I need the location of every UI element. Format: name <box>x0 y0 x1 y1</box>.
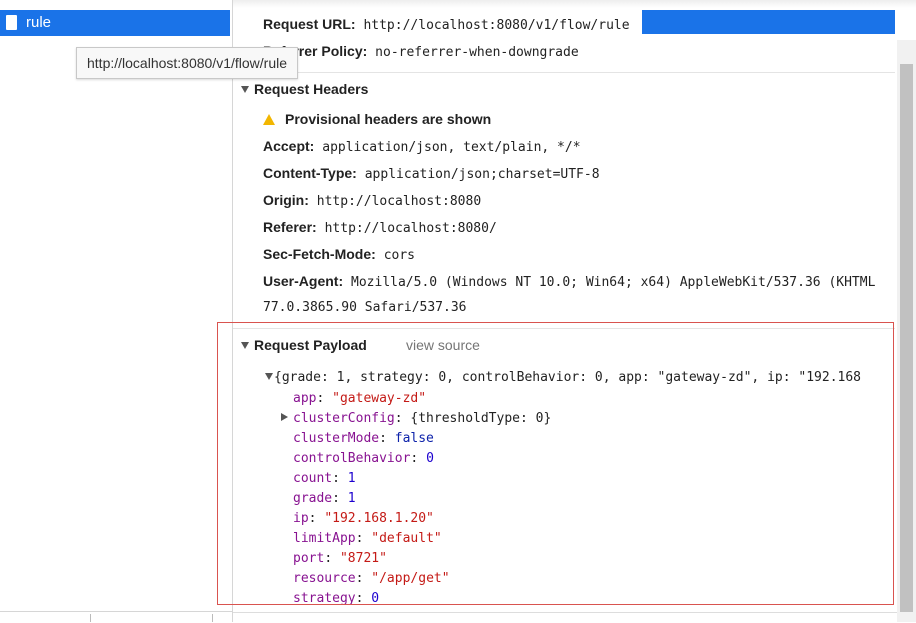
header-value: Mozilla/5.0 (Windows NT 10.0; Win64; x64… <box>351 275 876 290</box>
payload-value: {thresholdType: 0} <box>410 411 552 426</box>
user-agent-continuation: 77.0.3865.90 Safari/537.36 <box>263 300 467 315</box>
warning-icon <box>263 114 275 125</box>
payload-key: limitApp <box>293 531 356 546</box>
header-name: Sec-Fetch-Mode: <box>263 246 376 262</box>
status-bar <box>0 611 232 622</box>
payload-field: strategy: 0 <box>293 591 380 606</box>
scroll-shadow <box>233 0 916 8</box>
header-name: Origin: <box>263 192 309 208</box>
collapse-arrow-icon <box>241 342 249 349</box>
payload-field[interactable]: clusterConfig: {thresholdType: 0} <box>281 411 551 426</box>
payload-field: count: 1 <box>293 471 356 486</box>
payload-value: 0 <box>371 591 380 606</box>
payload-value: "gateway-zd" <box>332 391 427 406</box>
column-divider <box>212 614 213 622</box>
header-row: Origin: http://localhost:8080 <box>263 192 481 209</box>
request-list-pane: rule <box>0 0 233 622</box>
payload-key: ip <box>293 511 309 526</box>
header-name: User-Agent: <box>263 273 344 289</box>
payload-key: strategy <box>293 591 356 606</box>
section-divider <box>233 72 895 73</box>
payload-key: count <box>293 471 333 486</box>
request-headers-title: Request Headers <box>254 81 369 97</box>
payload-field: grade: 1 <box>293 491 356 506</box>
request-headers-toggle[interactable]: Request Headers <box>241 81 368 97</box>
referrer-policy-value: no-referrer-when-downgrade <box>375 45 579 60</box>
request-payload-toggle[interactable]: Request Payload <box>241 337 367 353</box>
payload-key: app <box>293 391 317 406</box>
payload-value: "192.168.1.20" <box>324 511 434 526</box>
request-url-label: Request URL: <box>263 16 356 32</box>
payload-value: "default" <box>371 531 442 546</box>
request-payload-title: Request Payload <box>254 337 367 353</box>
payload-key: clusterMode <box>293 431 380 446</box>
header-row: Accept: application/json, text/plain, */… <box>263 138 581 155</box>
collapse-arrow-icon <box>241 86 249 93</box>
header-value: http://localhost:8080/ <box>324 221 497 236</box>
collapse-arrow-icon <box>265 373 273 380</box>
payload-field: limitApp: "default" <box>293 531 442 546</box>
payload-key: resource <box>293 571 356 586</box>
payload-summary: {grade: 1, strategy: 0, controlBehavior:… <box>274 370 861 385</box>
provisional-warning: Provisional headers are shown <box>263 111 491 127</box>
vertical-scrollbar[interactable] <box>897 40 916 622</box>
payload-key: clusterConfig <box>293 411 395 426</box>
request-url-row: Request URL: http://localhost:8080/v1/fl… <box>263 16 630 33</box>
header-name: Content-Type: <box>263 165 357 181</box>
payload-value: "8721" <box>339 551 387 566</box>
header-value: application/json, text/plain, */* <box>322 140 581 155</box>
selection-highlight <box>642 10 895 34</box>
header-name: Accept: <box>263 138 315 154</box>
request-url-value: http://localhost:8080/v1/flow/rule <box>363 18 630 33</box>
payload-field: app: "gateway-zd" <box>293 391 427 406</box>
payload-root-toggle[interactable]: {grade: 1, strategy: 0, controlBehavior:… <box>265 370 895 385</box>
document-icon <box>6 15 17 30</box>
payload-field: port: "8721" <box>293 551 387 566</box>
referrer-policy-row: Referrer Policy: no-referrer-when-downgr… <box>263 43 579 60</box>
header-row: Content-Type: application/json;charset=U… <box>263 165 600 182</box>
payload-tree: app: "gateway-zd" clusterConfig: {thresh… <box>233 390 895 608</box>
payload-value: 1 <box>347 491 356 506</box>
header-row: Referer: http://localhost:8080/ <box>263 219 497 236</box>
payload-field: ip: "192.168.1.20" <box>293 511 434 526</box>
payload-value: "/app/get" <box>371 571 450 586</box>
request-name: rule <box>26 14 52 31</box>
bottom-edge <box>233 612 897 623</box>
payload-field: clusterMode: false <box>293 431 434 446</box>
header-value: application/json;charset=UTF-8 <box>364 167 600 182</box>
view-source-link[interactable]: view source <box>406 337 480 353</box>
header-row: Sec-Fetch-Mode: cors <box>263 246 415 263</box>
scrollbar-thumb[interactable] <box>900 64 913 612</box>
request-list-item-rule[interactable]: rule <box>0 10 230 36</box>
payload-value: 0 <box>426 451 434 466</box>
payload-value: false <box>394 431 434 446</box>
header-value: http://localhost:8080 <box>316 194 482 209</box>
payload-key: controlBehavior <box>293 451 411 466</box>
request-details-pane: Request URL: http://localhost:8080/v1/fl… <box>233 0 916 622</box>
payload-key: grade <box>293 491 333 506</box>
section-divider <box>233 328 895 329</box>
url-tooltip: http://localhost:8080/v1/flow/rule <box>76 47 299 79</box>
header-row: User-Agent: Mozilla/5.0 (Windows NT 10.0… <box>263 273 895 290</box>
expand-arrow-icon[interactable] <box>281 413 288 421</box>
header-value: cors <box>383 248 415 263</box>
header-name: Referer: <box>263 219 317 235</box>
payload-field: controlBehavior: 0 <box>293 451 434 466</box>
payload-field: resource: "/app/get" <box>293 571 450 586</box>
column-divider <box>90 614 91 622</box>
payload-key: port <box>293 551 325 566</box>
provisional-warning-text: Provisional headers are shown <box>285 111 492 127</box>
payload-value: 1 <box>347 471 356 486</box>
